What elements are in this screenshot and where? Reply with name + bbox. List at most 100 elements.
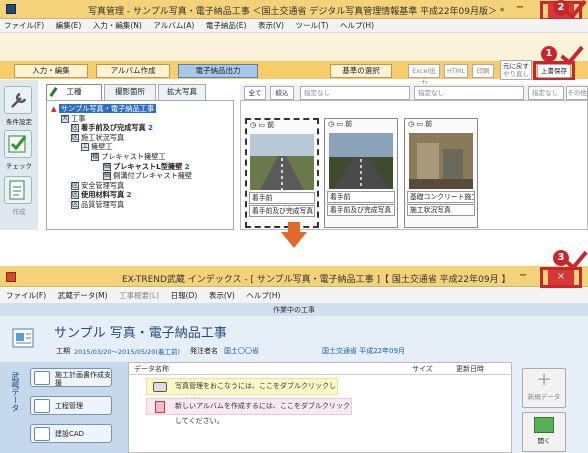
filter-all-button[interactable]: 全て [244,86,266,100]
create-label: 作成 [12,208,26,216]
plan-icon [34,371,50,385]
filter-select-3[interactable]: 指定なし [528,86,564,100]
menu-view[interactable]: 表示(V) [209,289,235,302]
project-icon [12,328,34,348]
period-label: 工期 [56,347,70,355]
check-button[interactable] [4,130,32,158]
menu-help[interactable]: ヘルプ(H) [246,289,280,302]
tree-item-root[interactable]: ▲ サンプル写真・電子納品工事 [51,104,233,114]
construction-plan-button[interactable]: 施工計画書作成支援 [30,368,112,387]
open-button[interactable]: 開く [522,412,566,452]
overwrite-save-button[interactable]: 上書保存 [537,64,571,78]
tree-item[interactable]: 種プレキャスト擁壁工 [51,152,233,162]
detail-icon: 細 [103,172,111,181]
cad-label: 建設CAD [55,430,85,438]
photo-caption: 基礎コンクリート施工... [407,191,475,203]
bottom-titlebar: EX-TREND武蔵 インデックス - [ サンプル写真・電子納品工事 ]【 国… [0,266,588,287]
tree-item[interactable]: 区着手前及び完成写真 2 [51,123,233,133]
road-photo [329,133,393,189]
bottom-close-button[interactable]: × [548,270,574,285]
project-name: サンプル 写真・電子納品工事 [54,326,227,341]
tree-item[interactable]: 細プレキャストL型擁壁 2 [51,162,233,172]
menu-tools[interactable]: ツール(T) [296,19,329,32]
menu-project-summary[interactable]: 工事概要(L) [119,289,159,302]
menu-musashi-data[interactable]: 武蔵データ(M) [58,289,108,302]
create-button[interactable] [4,176,32,204]
filter-select-1[interactable]: 指定なし [300,86,410,100]
new-data-button[interactable]: + 新規データ [522,368,566,408]
photo-category: 着手前及び完成写真 [327,204,395,216]
tab-delivery-output[interactable]: 電子納品出力 [178,64,258,78]
menu-edit[interactable]: 編集(E) [56,19,82,32]
menu-help[interactable]: ヘルプ(H) [340,19,374,32]
cad-icon [34,427,50,441]
photo-card[interactable]: ◷ ▭ 前 着手前 着手前及び完成写真 [245,118,319,228]
orderer-label: 発注者名 [190,347,218,355]
category-icon: 区 [71,124,79,133]
schedule-button[interactable]: 工程管理 [30,396,112,415]
menu-daily-report[interactable]: 日報(D) [171,289,198,302]
tree-item[interactable]: 区品質管理写真 [51,200,233,210]
photo-card[interactable]: ◷ ▭ 前 着手前 着手前及び完成写真 [324,118,398,228]
photo-category: 着手前及び完成写真 [249,205,315,217]
bottom-window-title: EX-TREND武蔵 インデックス - [ サンプル写真・電子納品工事 ]【 国… [122,275,511,285]
menu-view[interactable]: 表示(V) [258,19,284,32]
new-album-row[interactable]: 新しいアルバムを作成するには、ここをダブルクリックしてください。 [146,398,352,425]
detail-icon: 細 [103,162,111,171]
column-size[interactable]: サイズ [412,364,433,374]
tab-input-edit[interactable]: 入力・編集 [14,64,88,78]
minimize-button[interactable]: − [512,2,528,16]
menu-file[interactable]: ファイル(F) [4,19,44,32]
print-button[interactable]: 印刷 [472,64,494,78]
top-titlebar: 写真管理 - サンプル写真・電子納品工事 ＜国土交通省 デジタル写真管理情報基準… [0,0,588,19]
road-photo [250,134,314,190]
check-label: チェック [6,162,32,170]
basis-select-button[interactable]: 基準の選択 [330,64,392,78]
photo-card-icons: ◷ ▭ 前 [408,120,433,128]
filter-select-2[interactable]: 指定なし [414,86,524,100]
tree-item[interactable]: 細側溝付プレキャスト擁壁 [51,171,233,181]
category-icon: 区 [71,181,79,190]
minimize-button[interactable]: − [515,270,531,284]
tree-item[interactable]: 区安全管理写真 [51,181,233,191]
photo-card-icons: ◷ ▭ 前 [328,120,353,128]
tree-item[interactable]: 区使用材料写真 2 [51,190,233,200]
bottom-menubar: ファイル(F) 武蔵データ(M) 工事概要(L) 日報(D) 表示(V) ヘルプ… [0,288,588,304]
menu-input[interactable]: 入力・編集(N) [93,19,142,32]
menu-delivery[interactable]: 電子納品(E) [206,19,247,32]
menu-album[interactable]: アルバム(A) [153,19,194,32]
photo-management-row[interactable]: 写真管理をおこなうには、ここをダブルクリックしてください。 [146,378,338,405]
ribbon-strip [0,33,588,61]
column-updated[interactable]: 更新日時 [456,364,484,374]
down-arrow-icon [288,222,300,232]
excel-output-button[interactable]: Excel出力 [408,64,440,87]
cad-button[interactable]: 建設CAD [30,424,112,443]
period-value: 2015/03/20～2015/05/20(着工前) [74,348,180,356]
app-icon [6,4,16,14]
album-icon [155,401,165,413]
work-icon: 工 [81,143,89,152]
condition-settings-button[interactable] [4,86,32,114]
menu-file[interactable]: ファイル(F) [6,289,46,302]
tree-item[interactable]: 区施工状況写真 [51,133,233,143]
undo-label: 元に戻す [503,62,529,70]
photo-card-icons: ◷ ▭ 前 [250,121,275,129]
tab-album[interactable]: アルバム作成 [96,64,170,78]
undo-button[interactable]: 元に戻す やり直し [500,60,532,80]
category-icon: 区 [71,191,79,200]
column-data-name[interactable]: データ名称 [134,364,169,374]
top-window-title: 写真管理 - サンプル写真・電子納品工事 ＜国土交通省 デジタル写真管理情報基準… [88,7,505,17]
redo-label: やり直し [503,70,529,78]
tree-item[interactable]: 工擁壁工 [51,142,233,152]
filter-narrow-button[interactable]: 絞込 [270,86,294,100]
tree-item[interactable]: 大工事 [51,114,233,124]
major-icon: 大 [61,114,69,123]
app-icon [6,272,16,282]
more-conditions-button[interactable]: その他条件 [566,86,588,100]
photo-card[interactable]: ◷ ▭ 前 基礎コンクリート施工... 施工状況写真 [404,118,478,228]
type-icon: 種 [91,152,99,161]
tab-enlarged[interactable]: 拡大写真 [158,84,206,100]
construction-plan-label: 施工計画書作成支援 [55,371,111,387]
tab-location[interactable]: 撮影箇所 [104,84,156,100]
html-button[interactable]: HTML [444,64,468,78]
